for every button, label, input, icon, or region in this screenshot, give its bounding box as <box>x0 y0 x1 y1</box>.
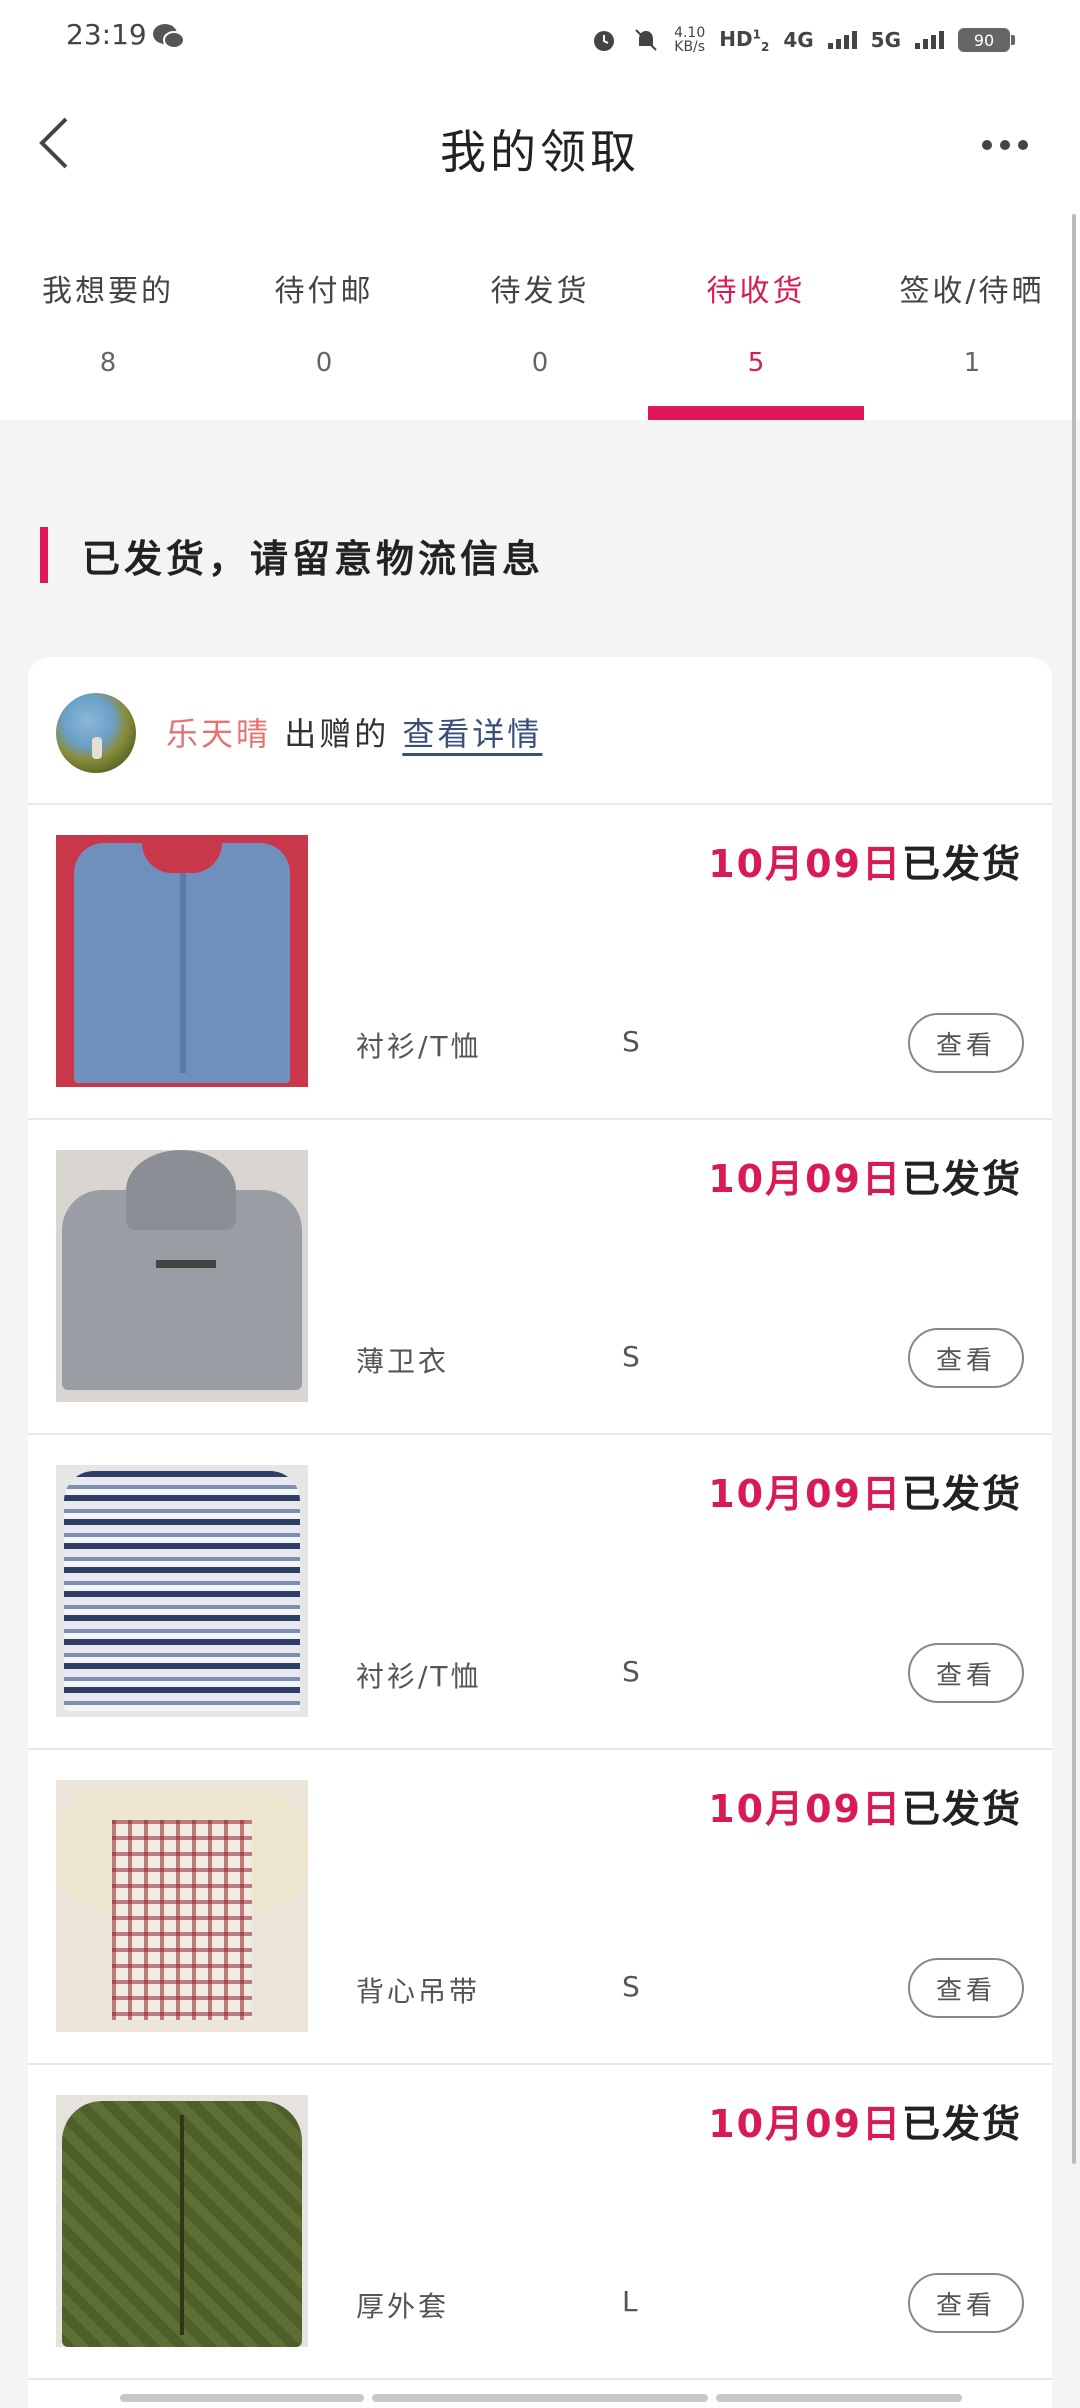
item-photo[interactable] <box>56 1465 308 1717</box>
item-name: 衬衫/T恤 <box>356 1660 482 1693</box>
list-item[interactable]: 10月09日已发货 衬衫/T恤 S 查看 <box>28 805 1052 1120</box>
ship-status: 10月09日已发货 <box>708 1157 1022 1201</box>
alarm-icon <box>594 31 615 51</box>
tab-count: 0 <box>315 348 333 378</box>
more-dot-icon <box>1000 140 1010 150</box>
section-title: 已发货，请留意物流信息 <box>40 525 544 585</box>
wechat-icon <box>153 24 185 49</box>
item-photo[interactable] <box>56 1150 308 1402</box>
item-list: 10月09日已发货 衬衫/T恤 S 查看 10月09日已发货 薄卫衣 S 查看 … <box>28 805 1052 2380</box>
tab-label: 签收/待晒 <box>899 274 1045 309</box>
donor-line: 乐天晴 出赠的 查看详情 <box>166 709 542 755</box>
list-item[interactable]: 10月09日已发货 薄卫衣 S 查看 <box>28 1120 1052 1435</box>
mute-bell-icon <box>635 29 657 51</box>
status-tabs: 我想要的 8 待付邮 0 待发货 0 待收货 5 签收/待晒 1 <box>0 210 1080 420</box>
view-button[interactable]: 查看 <box>908 2273 1024 2333</box>
more-options-button[interactable] <box>970 120 1040 170</box>
list-item[interactable]: 10月09日已发货 背心吊带 S 查看 <box>28 1750 1052 2065</box>
page-title: 我的领取 <box>440 125 640 179</box>
ship-status: 10月09日已发货 <box>708 1787 1022 1831</box>
item-size: S <box>622 1655 640 1688</box>
item-name: 背心吊带 <box>356 1975 481 2008</box>
donation-card: 乐天晴 出赠的 查看详情 10月09日已发货 衬衫/T恤 S 查看 10月09日… <box>28 657 1052 2408</box>
item-size: S <box>622 1025 640 1058</box>
bottom-scroll-hint <box>120 2394 962 2402</box>
tab-label: 待付邮 <box>274 274 374 309</box>
tab-wanted[interactable]: 我想要的 8 <box>0 210 216 420</box>
network-speed: 4.10 KB/s <box>674 25 706 55</box>
ship-status: 10月09日已发货 <box>708 1472 1022 1516</box>
tab-received-to-share[interactable]: 签收/待晒 1 <box>864 210 1080 420</box>
item-photo[interactable] <box>56 2095 308 2347</box>
tab-label: 我想要的 <box>42 274 174 309</box>
item-name: 薄卫衣 <box>356 1345 450 1378</box>
donor-name[interactable]: 乐天晴 <box>166 715 271 753</box>
hd-indicator: HD12 <box>719 26 770 54</box>
item-size: S <box>622 1970 640 2003</box>
battery-icon: 90 <box>958 28 1015 52</box>
item-size: L <box>622 2285 638 2318</box>
app-header: 我的领取 <box>0 80 1080 210</box>
status-time: 23:19 <box>66 18 147 51</box>
network-4g: 4G <box>783 28 814 52</box>
network-5g: 5G <box>870 28 901 52</box>
item-name: 衬衫/T恤 <box>356 1030 482 1063</box>
ship-status: 10月09日已发货 <box>708 2102 1022 2146</box>
section-title-text: 已发货，请留意物流信息 <box>82 536 545 581</box>
view-button[interactable]: 查看 <box>908 1643 1024 1703</box>
tab-awaiting-postage[interactable]: 待付邮 0 <box>216 210 432 420</box>
view-details-link[interactable]: 查看详情 <box>402 715 542 753</box>
donor-suffix: 出赠的 <box>284 715 390 753</box>
scrollbar[interactable] <box>1072 214 1076 2164</box>
item-photo[interactable] <box>56 835 308 1087</box>
avatar[interactable] <box>56 693 136 773</box>
section-accent-bar <box>40 527 48 583</box>
tab-awaiting-shipment[interactable]: 待发货 0 <box>432 210 648 420</box>
tab-label: 待收货 <box>706 274 806 309</box>
tab-count: 1 <box>963 348 981 378</box>
view-button[interactable]: 查看 <box>908 1958 1024 2018</box>
list-item[interactable]: 10月09日已发货 衬衫/T恤 S 查看 <box>28 1435 1052 1750</box>
view-button[interactable]: 查看 <box>908 1328 1024 1388</box>
tab-label: 待发货 <box>490 274 590 309</box>
tab-awaiting-receipt[interactable]: 待收货 5 <box>648 210 864 420</box>
more-dot-icon <box>982 140 992 150</box>
signal-5g-icon <box>915 31 944 49</box>
item-photo[interactable] <box>56 1780 308 2032</box>
signal-4g-icon <box>827 31 857 49</box>
list-item[interactable]: 10月09日已发货 厚外套 L 查看 <box>28 2065 1052 2380</box>
tab-count: 0 <box>531 348 549 378</box>
more-dot-icon <box>1018 140 1028 150</box>
tab-count: 5 <box>747 348 765 378</box>
item-size: S <box>622 1340 640 1373</box>
status-bar: 23:19 4.10 KB/s HD12 4G 5G 90 <box>0 0 1080 80</box>
status-icons: 4.10 KB/s HD12 4G 5G 90 <box>590 18 1015 62</box>
card-header: 乐天晴 出赠的 查看详情 <box>28 657 1052 805</box>
tab-count: 8 <box>99 348 117 378</box>
ship-status: 10月09日已发货 <box>708 842 1022 886</box>
view-button[interactable]: 查看 <box>908 1013 1024 1073</box>
item-name: 厚外套 <box>356 2290 450 2323</box>
